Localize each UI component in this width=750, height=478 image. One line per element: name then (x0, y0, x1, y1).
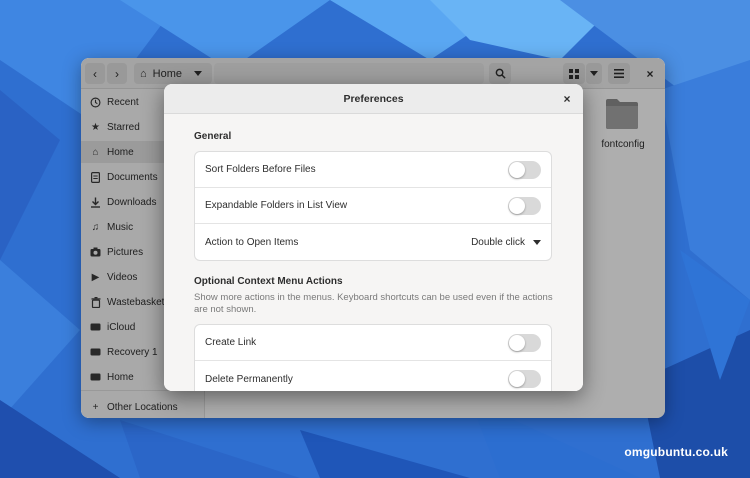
context-section-description: Show more actions in the menus. Keyboard… (194, 292, 553, 315)
row-label: Delete Permanently (205, 373, 293, 385)
row-action-open-items[interactable]: Action to Open Items Double click (195, 224, 551, 260)
toggle-knob (509, 161, 525, 178)
row-label: Sort Folders Before Files (205, 164, 316, 175)
row-delete-permanently[interactable]: Delete Permanently (195, 361, 551, 391)
site-watermark: omgubuntu.co.uk (624, 445, 728, 459)
general-list: Sort Folders Before Files Expandable Fol… (194, 151, 552, 261)
row-label: Expandable Folders in List View (205, 200, 348, 211)
preferences-body: General Sort Folders Before Files Expand… (164, 114, 583, 391)
row-expandable-folders[interactable]: Expandable Folders in List View (195, 188, 551, 224)
open-action-dropdown[interactable]: Double click (471, 237, 541, 248)
dropdown-value: Double click (471, 236, 525, 248)
expandable-folders-toggle[interactable] (508, 196, 541, 215)
close-icon: × (563, 92, 571, 106)
row-label: Create Link (205, 337, 257, 348)
context-section-title: Optional Context Menu Actions (194, 276, 343, 287)
general-section-title: General (194, 131, 232, 142)
toggle-knob (509, 334, 525, 351)
row-sort-folders[interactable]: Sort Folders Before Files (195, 152, 551, 188)
row-create-link[interactable]: Create Link (195, 325, 551, 361)
create-link-toggle[interactable] (508, 333, 541, 352)
preferences-close-button[interactable]: × (559, 91, 575, 107)
toggle-knob (509, 197, 525, 214)
preferences-title: Preferences (343, 92, 404, 105)
delete-permanently-toggle[interactable] (508, 370, 541, 388)
preferences-header: Preferences (164, 84, 583, 114)
row-label: Action to Open Items (205, 236, 299, 248)
chevron-down-icon (533, 239, 541, 245)
toggle-knob (509, 371, 525, 387)
preferences-dialog: Preferences × General Sort Folders Befor… (164, 84, 583, 391)
sort-folders-toggle[interactable] (508, 160, 541, 179)
context-list: Create Link Delete Permanently (194, 324, 552, 391)
